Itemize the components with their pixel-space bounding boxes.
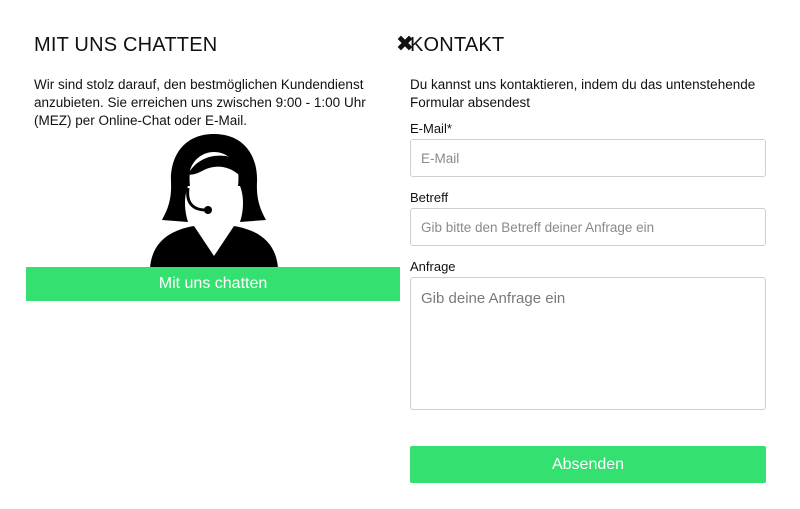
message-textarea[interactable]	[410, 277, 766, 410]
contact-intro-text: Du kannst uns kontaktieren, indem du das…	[410, 77, 756, 110]
message-label: Anfrage	[410, 259, 456, 274]
email-input[interactable]	[410, 139, 766, 177]
email-label: E-Mail*	[410, 121, 452, 136]
contact-heading: KONTAKT	[410, 34, 505, 56]
submit-button[interactable]: Absenden	[410, 446, 766, 483]
chat-heading: MIT UNS CHATTEN	[34, 34, 218, 56]
subject-label: Betreff	[410, 190, 449, 205]
chat-button[interactable]: Mit uns chatten	[26, 267, 400, 301]
chat-panel: MIT UNS CHATTEN ✖ Wir sind stolz darauf,…	[26, 0, 414, 509]
chat-intro-text: Wir sind stolz darauf, den bestmöglichen…	[34, 77, 366, 128]
support-agent-avatar	[150, 134, 278, 268]
contact-panel: KONTAKT Du kannst uns kontaktieren, inde…	[410, 0, 766, 509]
subject-input[interactable]	[410, 208, 766, 246]
